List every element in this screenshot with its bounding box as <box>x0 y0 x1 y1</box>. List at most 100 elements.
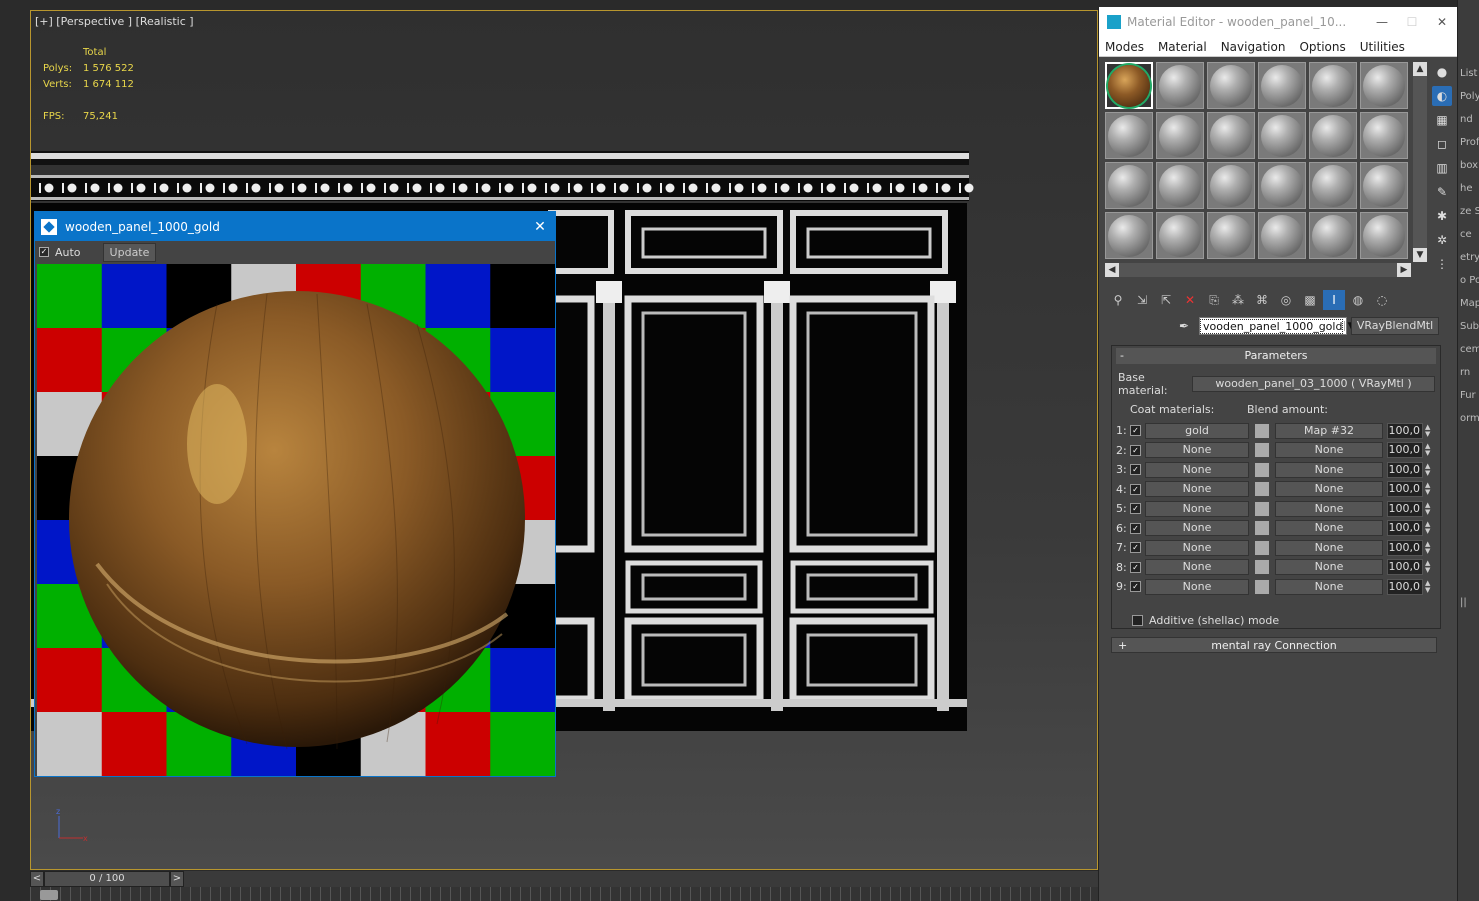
modifier-list-item[interactable]: Subd <box>1458 315 1479 338</box>
spinner-arrows-icon[interactable]: ▲ ▼ <box>1425 443 1433 457</box>
go-forward-to-sibling-icon[interactable]: ◌ <box>1371 290 1393 310</box>
sample-slot[interactable] <box>1258 62 1306 109</box>
blend-color-swatch[interactable] <box>1255 462 1269 477</box>
maximize-icon[interactable]: ☐ <box>1397 15 1427 29</box>
modifier-list-item[interactable]: Poly <box>1458 85 1479 108</box>
blend-color-swatch[interactable] <box>1255 521 1269 536</box>
coat-enable-checkbox[interactable]: ✓ <box>1130 503 1141 515</box>
blend-amount-spinner[interactable]: 100,0 <box>1387 461 1423 478</box>
sample-slot[interactable] <box>1156 212 1204 259</box>
blend-color-swatch[interactable] <box>1255 443 1269 458</box>
scroll-right-icon[interactable]: ▶ <box>1397 263 1411 277</box>
coat-enable-checkbox[interactable]: ✓ <box>1130 542 1141 554</box>
key-filter-icon[interactable] <box>40 890 58 900</box>
blend-map-button[interactable]: None <box>1275 442 1383 459</box>
scroll-down-icon[interactable]: ▼ <box>1413 248 1427 262</box>
sample-slot[interactable] <box>1156 62 1204 109</box>
spinner-arrows-icon[interactable]: ▲ ▼ <box>1425 423 1433 438</box>
sample-slot[interactable] <box>1360 62 1408 109</box>
assign-to-selection-icon[interactable]: ⇱ <box>1155 290 1177 310</box>
sample-slot[interactable] <box>1156 112 1204 159</box>
options-icon[interactable]: ✱ <box>1432 206 1452 226</box>
show-shaded-map-icon[interactable]: ▩ <box>1299 290 1321 310</box>
minimize-icon[interactable]: — <box>1367 15 1397 29</box>
modifier-list-item[interactable] <box>1458 430 1479 453</box>
material-type-button[interactable]: VRayBlendMtl <box>1351 317 1439 335</box>
blend-color-swatch[interactable] <box>1255 579 1269 594</box>
material-editor-title-bar[interactable]: Material Editor - wooden_panel_10... — ☐… <box>1099 7 1457 37</box>
coat-material-button[interactable]: None <box>1145 461 1249 478</box>
close-icon[interactable]: ✕ <box>1427 15 1457 29</box>
coat-material-button[interactable]: None <box>1145 578 1249 595</box>
modifier-list-item[interactable] <box>1458 545 1479 568</box>
sample-slot[interactable] <box>1105 162 1153 209</box>
modifier-list-item[interactable]: o Pol <box>1458 269 1479 292</box>
modifier-list-item[interactable] <box>1458 499 1479 522</box>
coat-enable-checkbox[interactable]: ✓ <box>1130 425 1141 437</box>
blend-amount-spinner[interactable]: 100,0 <box>1387 559 1423 576</box>
material-preview-window[interactable]: wooden_panel_1000_gold ✕ ✓ Auto Update <box>34 211 556 777</box>
blend-amount-spinner[interactable]: 100,0 <box>1387 520 1423 537</box>
blend-amount-spinner[interactable]: 100,0 <box>1387 539 1423 556</box>
spinner-arrows-icon[interactable]: ▲ ▼ <box>1425 560 1433 574</box>
blend-map-button[interactable]: None <box>1275 578 1383 595</box>
make-copy-icon[interactable]: ⎘ <box>1203 290 1225 310</box>
sample-slot[interactable] <box>1360 112 1408 159</box>
blend-map-button[interactable]: None <box>1275 461 1383 478</box>
sample-slot[interactable] <box>1258 212 1306 259</box>
put-to-library-icon[interactable]: ⌘ <box>1251 290 1273 310</box>
modifier-list-item[interactable]: ce <box>1458 223 1479 246</box>
material-editor-window[interactable]: Material Editor - wooden_panel_10... — ☐… <box>1098 7 1457 901</box>
get-material-icon[interactable]: ⚲ <box>1107 290 1129 310</box>
sample-slot[interactable] <box>1360 162 1408 209</box>
menu-material[interactable]: Material <box>1158 40 1207 54</box>
collapse-icon[interactable]: - <box>1120 348 1124 364</box>
update-button[interactable]: Update <box>102 242 157 262</box>
auto-checkbox[interactable]: ✓ <box>39 247 49 257</box>
sample-slot[interactable] <box>1309 212 1357 259</box>
coat-material-button[interactable]: None <box>1145 539 1249 556</box>
sample-slot[interactable] <box>1207 62 1255 109</box>
blend-amount-spinner[interactable]: 100,0 <box>1387 481 1423 498</box>
coat-material-button[interactable]: None <box>1145 520 1249 537</box>
put-to-scene-icon[interactable]: ⇲ <box>1131 290 1153 310</box>
modifier-list-item[interactable]: || <box>1458 591 1479 614</box>
sample-slot[interactable] <box>1207 112 1255 159</box>
sample-type-icon[interactable]: ● <box>1432 62 1452 82</box>
material-name-text[interactable]: vooden_panel_1000_gold <box>1199 318 1344 334</box>
reset-map-icon[interactable]: ✕ <box>1179 290 1201 310</box>
blend-color-swatch[interactable] <box>1255 423 1269 438</box>
sample-slot[interactable] <box>1105 212 1153 259</box>
base-material-button[interactable]: wooden_panel_03_1000 ( VRayMtl ) <box>1192 376 1435 392</box>
sample-slot[interactable] <box>1309 112 1357 159</box>
modifier-list-item[interactable] <box>1458 476 1479 499</box>
sample-uv-tiling-icon[interactable]: ◻ <box>1432 134 1452 154</box>
coat-enable-checkbox[interactable]: ✓ <box>1130 581 1141 593</box>
modifier-list-item[interactable] <box>1458 453 1479 476</box>
prev-frame-button[interactable]: < <box>30 871 44 887</box>
show-end-result-icon[interactable]: Ⅰ <box>1323 290 1345 310</box>
menu-navigation[interactable]: Navigation <box>1221 40 1286 54</box>
video-color-check-icon[interactable]: ▥ <box>1432 158 1452 178</box>
next-frame-button[interactable]: > <box>170 871 184 887</box>
modifier-list-item[interactable]: Map <box>1458 292 1479 315</box>
blend-map-button[interactable]: Map #32 <box>1275 422 1383 439</box>
coat-material-button[interactable]: None <box>1145 481 1249 498</box>
menu-options[interactable]: Options <box>1299 40 1345 54</box>
modifier-list-item[interactable]: Fur ( <box>1458 384 1479 407</box>
sample-slot[interactable] <box>1105 112 1153 159</box>
blend-color-swatch[interactable] <box>1255 482 1269 497</box>
modifier-list-item[interactable]: rn <box>1458 361 1479 384</box>
coat-material-button[interactable]: None <box>1145 559 1249 576</box>
material-map-navigator-icon[interactable]: ⋮ <box>1432 254 1452 274</box>
time-slider-bar[interactable]: < 0 / 100 > <box>30 871 1098 887</box>
coat-material-button[interactable]: None <box>1145 442 1249 459</box>
scroll-left-icon[interactable]: ◀ <box>1105 263 1119 277</box>
sample-slot[interactable] <box>1156 162 1204 209</box>
spinner-arrows-icon[interactable]: ▲ ▼ <box>1425 521 1433 535</box>
preview-title-bar[interactable]: wooden_panel_1000_gold ✕ <box>35 212 555 241</box>
modifier-list-item[interactable]: nd <box>1458 108 1479 131</box>
scroll-up-icon[interactable]: ▲ <box>1413 62 1427 76</box>
sample-slot[interactable] <box>1258 112 1306 159</box>
blend-amount-spinner[interactable]: 100,0 <box>1387 422 1423 439</box>
